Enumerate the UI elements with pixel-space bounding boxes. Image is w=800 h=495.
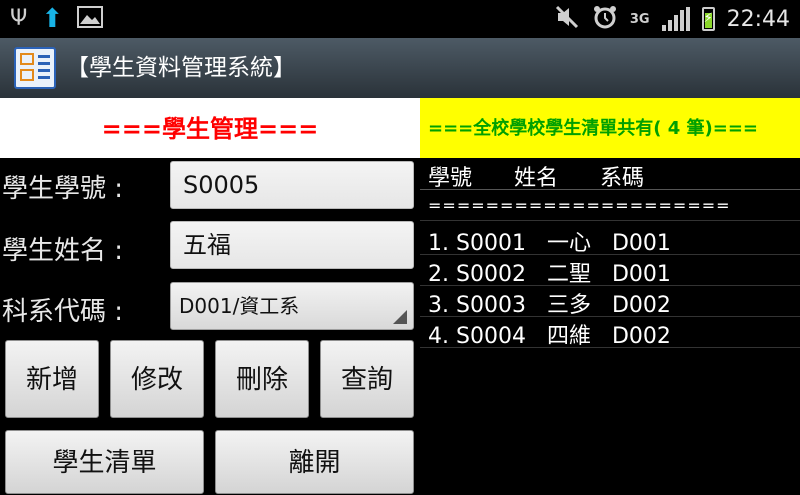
- divider: [420, 285, 800, 286]
- list-item[interactable]: 1. S0001 一心 D001: [428, 225, 671, 257]
- status-bar: Ψ ⬆ 3G ⚡ 22:44: [0, 0, 800, 38]
- list-item[interactable]: 3. S0003 三多 D002: [428, 287, 671, 319]
- dept-code-value: D001/資工系: [179, 294, 300, 318]
- list-separator: =====================: [428, 196, 731, 215]
- divider: [420, 189, 800, 190]
- clock: 22:44: [726, 6, 790, 32]
- student-name-input[interactable]: 五福: [170, 221, 414, 269]
- signal-icon: [661, 7, 690, 31]
- divider: [420, 316, 800, 317]
- image-icon: [77, 6, 104, 32]
- mute-icon: [554, 4, 580, 34]
- app-icon: [14, 47, 56, 89]
- student-list-button[interactable]: 學生清單: [5, 430, 204, 494]
- app-title: 【學生資料管理系統】: [66, 55, 296, 81]
- usb-icon: Ψ: [10, 6, 28, 31]
- student-management-banner: ===學生管理===: [0, 98, 420, 158]
- divider: [420, 347, 800, 348]
- student-id-label: 學生學號 :: [2, 174, 124, 204]
- delete-button[interactable]: 刪除: [215, 340, 309, 418]
- list-item[interactable]: 2. S0002 二聖 D001: [428, 256, 671, 288]
- upload-icon: ⬆: [41, 4, 64, 34]
- network-type: 3G: [629, 11, 650, 27]
- add-button[interactable]: 新增: [5, 340, 99, 418]
- alarm-icon: [592, 4, 618, 34]
- divider: [420, 220, 800, 221]
- title-bar: 【學生資料管理系統】: [0, 38, 800, 99]
- exit-button[interactable]: 離開: [215, 430, 414, 494]
- header-id: 學號: [428, 166, 473, 191]
- edit-button[interactable]: 修改: [110, 340, 204, 418]
- student-name-label: 學生姓名 :: [2, 236, 124, 266]
- student-list-count-banner: ===全校學校學生清單共有( 4 筆)===: [420, 98, 800, 158]
- dept-code-label: 科系代碼 :: [2, 297, 124, 327]
- dept-code-select[interactable]: D001/資工系: [170, 282, 414, 330]
- list-header: 學號 姓名 系碼: [428, 160, 644, 192]
- list-item[interactable]: 4. S0004 四維 D002: [428, 318, 671, 350]
- header-name: 姓名: [513, 166, 558, 191]
- query-button[interactable]: 查詢: [320, 340, 414, 418]
- dropdown-corner-icon: [393, 310, 407, 324]
- student-id-input[interactable]: S0005: [170, 161, 414, 209]
- header-dept: 系碼: [599, 166, 644, 191]
- battery-charging-icon: ⚡: [701, 7, 715, 31]
- divider: [420, 254, 800, 255]
